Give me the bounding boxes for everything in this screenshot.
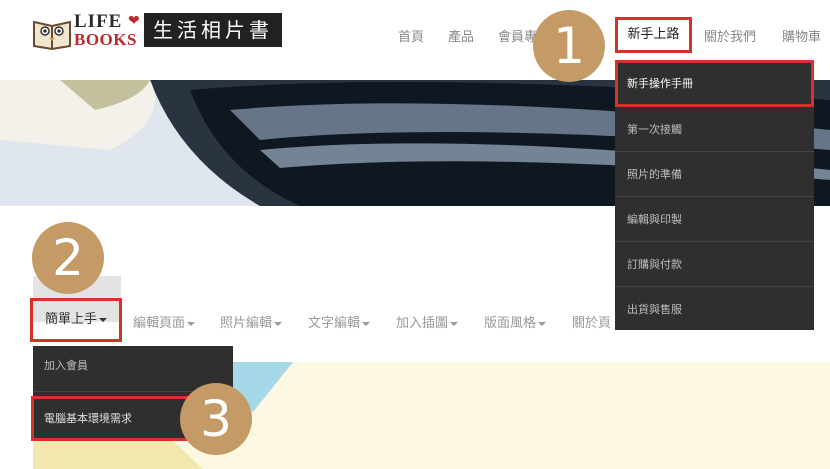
subnav-item-edit-page[interactable]: 編輯頁面 [133, 312, 196, 331]
step-marker-2: 2 [32, 222, 104, 294]
subnav-item-quick-start[interactable]: 簡單上手 [30, 298, 122, 342]
caret-down-icon [362, 321, 371, 326]
subnav-label: 版面風格 [484, 316, 537, 331]
site-logo[interactable]: LIFE BOOKS ❤ [32, 11, 144, 52]
subnav-label: 照片編輯 [220, 316, 273, 331]
subnav-item-photo-edit[interactable]: 照片編輯 [220, 312, 283, 331]
subnav-label: 簡單上手 [45, 312, 98, 327]
caret-down-icon [187, 321, 196, 326]
nav-item-about[interactable]: 關於我們 [704, 26, 756, 45]
nav-item-getting-started[interactable]: 新手上路 [615, 17, 692, 53]
book-mascot-icon [33, 20, 71, 50]
subnav-label: 加入插圖 [396, 316, 449, 331]
logo-text-books: BOOKS [74, 30, 137, 49]
step-marker-1: 1 [533, 10, 605, 82]
subnav-item-layout-style[interactable]: 版面風格 [484, 312, 547, 331]
heart-icon: ❤ [128, 13, 140, 29]
caret-down-icon [538, 321, 547, 326]
nav-item-member[interactable]: 會員專 [498, 26, 537, 45]
dropdown-item-photo-prep[interactable]: 照片的準備 [615, 152, 814, 197]
subnav-label: 編輯頁面 [133, 316, 186, 331]
caret-down-icon [450, 321, 459, 326]
nav-item-cart[interactable]: 購物車 [782, 26, 821, 45]
subnav-item-add-illustration[interactable]: 加入插圖 [396, 312, 459, 331]
caret-down-icon [274, 321, 283, 326]
getting-started-dropdown: 新手操作手冊 第一次接觸 照片的準備 編輯與印製 訂購與付款 出貨與售服 [615, 60, 814, 330]
caret-down-icon [99, 317, 108, 322]
dropdown-item-order-pay[interactable]: 訂購與付款 [615, 242, 814, 287]
nav-item-home[interactable]: 首頁 [398, 26, 424, 45]
step-marker-3: 3 [180, 383, 252, 455]
subnav-item-about-page[interactable]: 關於頁 [572, 312, 611, 331]
subnav-label: 文字編輯 [308, 316, 361, 331]
subnav-item-text-edit[interactable]: 文字編輯 [308, 312, 371, 331]
dropdown-item-manual[interactable]: 新手操作手冊 [615, 60, 814, 107]
dropdown-item-first-contact[interactable]: 第一次接觸 [615, 107, 814, 152]
brand-title: 生活相片書 [144, 13, 282, 47]
dropdown-item-shipping-service[interactable]: 出貨與售服 [615, 287, 814, 332]
dropdown-item-edit-print[interactable]: 編輯與印製 [615, 197, 814, 242]
nav-item-products[interactable]: 產品 [448, 26, 474, 45]
